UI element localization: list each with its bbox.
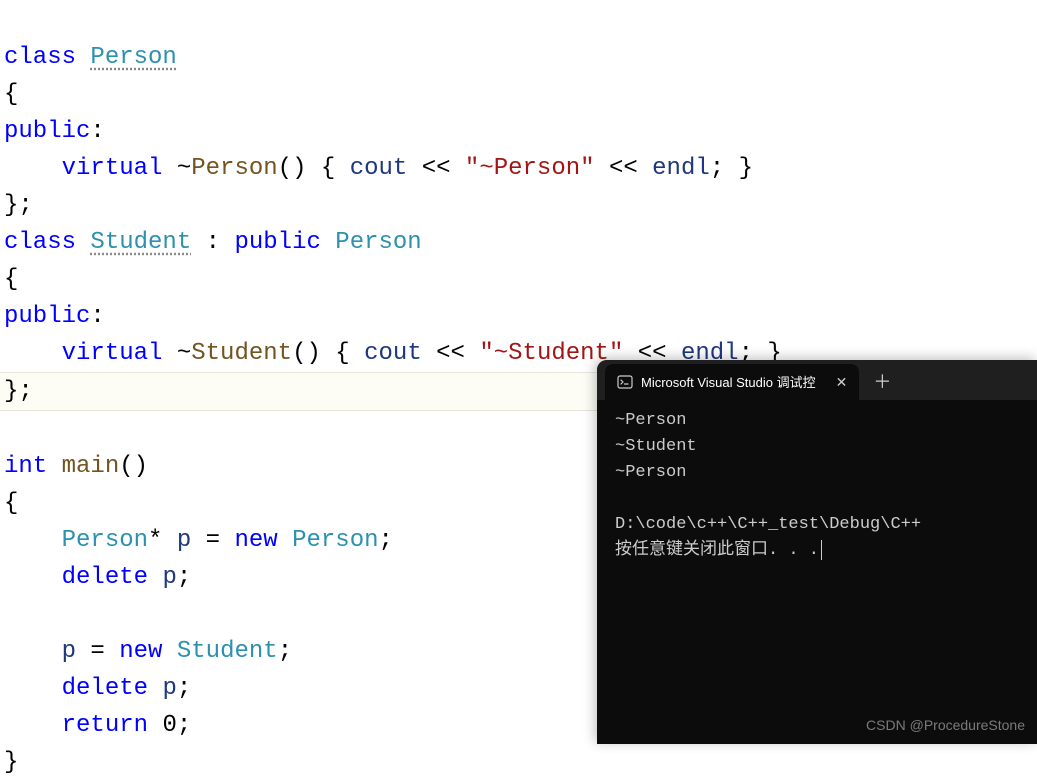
type-person-base: Person bbox=[335, 229, 421, 256]
identifier-cout: cout bbox=[364, 340, 422, 367]
destructor-student: Student bbox=[191, 340, 292, 367]
code-line: { bbox=[4, 490, 18, 517]
type-person: Person bbox=[90, 44, 176, 71]
string-literal: "~Person" bbox=[465, 155, 595, 182]
keyword-int: int bbox=[4, 453, 47, 480]
variable-p: p bbox=[177, 527, 191, 554]
code-line: virtual ~Person() { cout << "~Person" <<… bbox=[4, 155, 753, 182]
code-line: class Person bbox=[4, 44, 177, 71]
terminal-cursor bbox=[821, 540, 822, 560]
keyword-public: public bbox=[4, 118, 90, 145]
number-literal: 0 bbox=[162, 712, 176, 739]
code-line: Person* p = new Person; bbox=[4, 527, 393, 554]
destructor-person: Person bbox=[191, 155, 277, 182]
keyword-class: class bbox=[4, 229, 76, 256]
output-line: ~Person bbox=[615, 463, 686, 482]
terminal-window[interactable]: Microsoft Visual Studio 调试控 ✕ ＋ ~Person … bbox=[597, 360, 1037, 744]
code-line: }; bbox=[4, 192, 33, 219]
keyword-class: class bbox=[4, 44, 76, 71]
terminal-tab[interactable]: Microsoft Visual Studio 调试控 ✕ bbox=[605, 364, 859, 400]
code-line: class Student : public Person bbox=[4, 229, 422, 256]
code-line: } bbox=[4, 749, 18, 776]
code-line: public: bbox=[4, 118, 105, 145]
code-line: { bbox=[4, 266, 18, 293]
output-line: ~Student bbox=[615, 437, 697, 456]
identifier-endl: endl bbox=[652, 155, 710, 182]
keyword-public: public bbox=[234, 229, 320, 256]
terminal-output[interactable]: ~Person ~Student ~Person D:\code\c++\C++… bbox=[597, 400, 1037, 744]
colon: : bbox=[90, 118, 104, 145]
output-line: ~Person bbox=[615, 411, 686, 430]
keyword-delete: delete bbox=[62, 564, 148, 591]
type-person: Person bbox=[62, 527, 148, 554]
colon: : bbox=[90, 303, 104, 330]
keyword-public: public bbox=[4, 303, 90, 330]
code-line: public: bbox=[4, 303, 105, 330]
output-line: D:\code\c++\C++_test\Debug\C++ bbox=[615, 515, 921, 534]
type-student: Student bbox=[177, 638, 278, 665]
plus-icon: ＋ bbox=[873, 364, 891, 401]
close-icon[interactable]: ✕ bbox=[836, 364, 848, 401]
code-line: delete p; bbox=[4, 675, 191, 702]
keyword-virtual: virtual bbox=[62, 340, 163, 367]
code-line: { bbox=[4, 81, 18, 108]
terminal-tab-title: Microsoft Visual Studio 调试控 bbox=[641, 364, 816, 401]
keyword-virtual: virtual bbox=[62, 155, 163, 182]
new-tab-button[interactable]: ＋ bbox=[865, 364, 899, 400]
identifier-cout: cout bbox=[350, 155, 408, 182]
keyword-new: new bbox=[119, 638, 162, 665]
code-line: delete p; bbox=[4, 564, 191, 591]
code-line: return 0; bbox=[4, 712, 191, 739]
output-line: 按任意键关闭此窗口. . . bbox=[615, 541, 819, 560]
watermark: CSDN @ProcedureStone bbox=[866, 712, 1025, 738]
keyword-delete: delete bbox=[62, 675, 148, 702]
terminal-titlebar[interactable]: Microsoft Visual Studio 调试控 ✕ ＋ bbox=[597, 360, 1037, 400]
type-student: Student bbox=[90, 229, 191, 256]
variable-p: p bbox=[62, 638, 76, 665]
terminal-icon bbox=[617, 374, 633, 390]
keyword-new: new bbox=[234, 527, 277, 554]
function-main: main bbox=[62, 453, 120, 480]
type-person: Person bbox=[292, 527, 378, 554]
code-line: int main() bbox=[4, 453, 148, 480]
keyword-return: return bbox=[62, 712, 148, 739]
variable-p: p bbox=[162, 675, 176, 702]
variable-p: p bbox=[162, 564, 176, 591]
code-line: p = new Student; bbox=[4, 638, 292, 665]
